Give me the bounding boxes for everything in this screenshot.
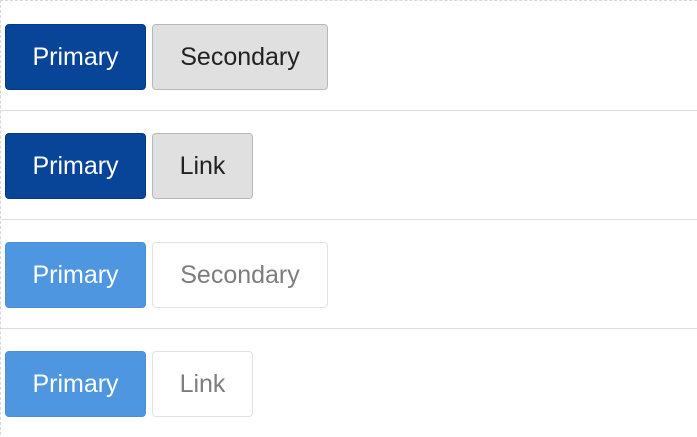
primary-button[interactable]: Primary: [5, 24, 146, 90]
button-row-1: Primary Secondary: [1, 1, 697, 110]
link-button[interactable]: Link: [152, 351, 253, 417]
button-variants-canvas: Primary Secondary Primary Link Primary S…: [0, 0, 697, 435]
primary-button[interactable]: Primary: [5, 242, 146, 308]
secondary-button[interactable]: Secondary: [152, 24, 328, 90]
secondary-button[interactable]: Secondary: [152, 242, 328, 308]
primary-button[interactable]: Primary: [5, 351, 146, 417]
button-row-2: Primary Link: [1, 110, 697, 219]
link-button[interactable]: Link: [152, 133, 253, 199]
button-row-4: Primary Link: [1, 328, 697, 437]
button-row-3: Primary Secondary: [1, 219, 697, 328]
primary-button[interactable]: Primary: [5, 133, 146, 199]
